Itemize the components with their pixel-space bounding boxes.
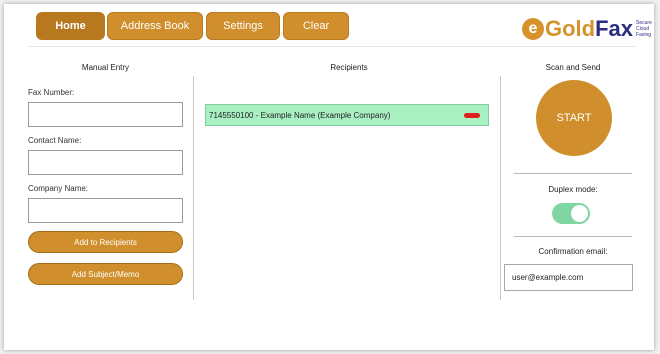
duplex-mode-toggle[interactable] (552, 203, 590, 224)
column-divider-right (500, 76, 501, 300)
contact-name-field[interactable] (28, 150, 183, 175)
scan-divider-2 (514, 236, 632, 237)
app-window: Home Address Book Settings Clear e Gold … (4, 4, 654, 350)
toggle-knob (571, 205, 588, 222)
tab-home[interactable]: Home (36, 12, 105, 40)
logo-fax-text: Fax (595, 16, 634, 41)
logo-tagline: Secure Cloud Faxing (636, 20, 652, 38)
confirmation-email-field[interactable]: user@example.com (504, 264, 633, 291)
tab-clear[interactable]: Clear (283, 12, 349, 40)
fax-number-label: Fax Number: (28, 88, 75, 97)
contact-name-label: Contact Name: (28, 136, 82, 145)
start-button[interactable]: START (536, 80, 612, 156)
logo-e-badge: e (522, 18, 544, 40)
column-divider-left (193, 76, 194, 300)
recipients-title: Recipients (330, 63, 368, 72)
tab-settings[interactable]: Settings (206, 12, 280, 40)
manual-entry-title: Manual Entry (81, 63, 130, 72)
tab-address-book[interactable]: Address Book (107, 12, 203, 40)
confirmation-email-label: Confirmation email: (538, 247, 608, 256)
recipient-text: 7145550100 - Example Name (Example Compa… (209, 110, 391, 120)
company-name-label: Company Name: (28, 184, 89, 193)
remove-recipient-button[interactable] (464, 113, 480, 118)
egoldfax-logo: e Gold Fax Secure Cloud Faxing (522, 14, 652, 44)
company-name-field[interactable] (28, 198, 183, 223)
scan-divider-1 (514, 173, 632, 174)
fax-number-field[interactable] (28, 102, 183, 127)
add-to-recipients-button[interactable]: Add to Recipients (28, 231, 183, 253)
duplex-mode-label: Duplex mode: (548, 185, 598, 194)
recipient-row[interactable]: 7145550100 - Example Name (Example Compa… (205, 104, 489, 126)
scan-and-send-title: Scan and Send (545, 63, 601, 72)
header-divider (28, 46, 636, 47)
logo-tagline-line: Faxing (636, 32, 652, 38)
add-subject-memo-button[interactable]: Add Subject/Memo (28, 263, 183, 285)
logo-gold-text: Gold (545, 16, 596, 41)
